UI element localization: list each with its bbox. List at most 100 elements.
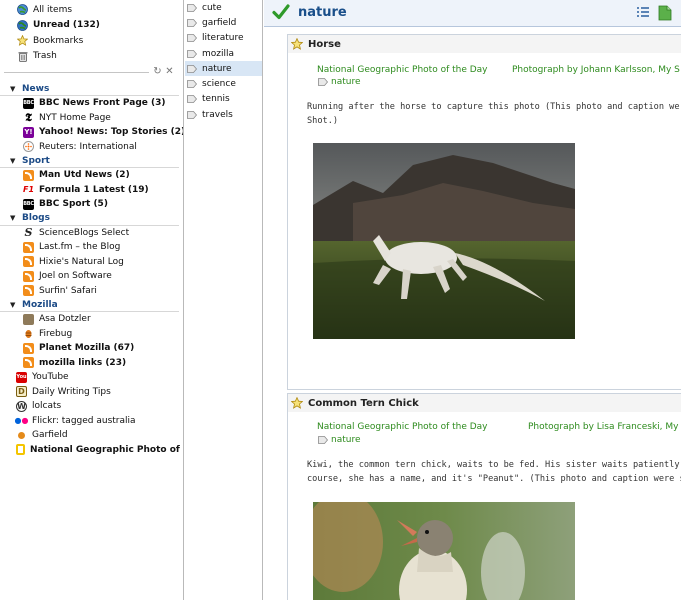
feed-label: YouTube — [32, 372, 69, 383]
tag-item-tennis[interactable]: tennis — [185, 92, 262, 107]
natgeo-icon — [16, 444, 25, 456]
feed-label: Asa Dotzler — [39, 314, 91, 325]
main-header: nature — [264, 0, 681, 27]
feed-item[interactable]: Wlolcats — [0, 399, 183, 414]
rss-icon — [23, 169, 34, 181]
feed-item[interactable]: You YouTube — [0, 370, 183, 385]
tag-label: cute — [202, 2, 222, 13]
entry-author[interactable]: Photograph by Johann Karlsson, My S — [512, 65, 680, 75]
page-title: nature — [298, 5, 347, 20]
feed-label: Flickr: tagged australia — [32, 415, 136, 426]
star-icon — [17, 35, 28, 47]
feed-label: Daily Writing Tips — [32, 386, 111, 397]
feed-item[interactable]: Planet Mozilla (67) — [0, 341, 183, 356]
youtube-icon: You — [16, 371, 27, 383]
collapse-triangle-icon: ▼ — [10, 156, 16, 165]
sidebar-item-trash[interactable]: Trash — [0, 49, 183, 65]
tools-icon[interactable]: ✕ — [164, 66, 175, 77]
entry-tag-label: nature — [331, 435, 361, 445]
list-view-icon[interactable] — [636, 6, 650, 20]
tag-icon — [187, 34, 197, 43]
collapse-triangle-icon: ▼ — [10, 214, 16, 222]
entry-card: Horse National Geographic Photo of the D… — [287, 34, 681, 390]
tag-item-travels[interactable]: travels — [185, 107, 262, 122]
garfield-icon — [16, 429, 27, 441]
entry-title[interactable]: Horse — [308, 39, 341, 50]
feed-item[interactable]: Y! Yahoo! News: Top Stories (2) — [0, 125, 183, 140]
feed-label: mozilla links (23) — [39, 357, 127, 368]
feed-item[interactable]: Garfield — [0, 428, 183, 443]
feed-item[interactable]: National Geographic Photo of the ... — [0, 443, 183, 458]
feed-item[interactable]: Reuters: International — [0, 140, 183, 155]
full-view-icon[interactable] — [658, 5, 672, 21]
feed-label: National Geographic Photo of the ... — [30, 444, 183, 455]
sidebar-item-bookmarks[interactable]: Bookmarks — [0, 33, 183, 49]
folder-label: Sport — [22, 155, 50, 166]
feed-item[interactable]: Hixie's Natural Log — [0, 255, 183, 270]
tag-item-mozilla[interactable]: mozilla — [185, 46, 262, 61]
feed-item[interactable]: Last.fm – the Blog — [0, 240, 183, 255]
tag-item-nature[interactable]: nature — [185, 61, 262, 77]
feed-label: Planet Mozilla (67) — [39, 343, 135, 354]
sidebar-item-unread[interactable]: Unread (132) — [0, 18, 183, 34]
feed-item[interactable]: Surfin' Safari — [0, 284, 183, 299]
entry-source-link[interactable]: National Geographic Photo of the Day — [317, 65, 488, 75]
feed-item[interactable]: S ScienceBlogs Select — [0, 226, 183, 241]
refresh-icon[interactable]: ↻ — [152, 66, 163, 77]
feed-item[interactable]: Flickr: tagged australia — [0, 414, 183, 429]
tag-icon — [187, 95, 197, 104]
rss-icon — [23, 241, 34, 253]
tag-label: nature — [202, 63, 232, 74]
feed-item[interactable]: Joel on Software — [0, 269, 183, 284]
rss-icon — [23, 285, 34, 297]
f1-icon: F1 — [22, 185, 35, 195]
feed-item[interactable]: BBC BBC Sport (5) — [0, 197, 183, 212]
folder-label: Blogs — [22, 213, 50, 223]
entry-tag[interactable]: nature — [318, 77, 361, 87]
feed-label: Yahoo! News: Top Stories (2) — [39, 127, 184, 138]
firebug-icon — [23, 328, 34, 339]
entry-text-line: Kiwi, the common tern chick, waits to be… — [307, 460, 681, 470]
bbc-icon: BBC — [23, 198, 34, 210]
flickr-icon — [16, 415, 27, 426]
divider — [4, 72, 149, 73]
tag-label: mozilla — [202, 48, 235, 59]
feed-item[interactable]: D Daily Writing Tips — [0, 385, 183, 400]
feed-item[interactable]: BBC BBC News Front Page (3) — [0, 96, 183, 111]
sidebar-toolbar: ↻ ✕ — [4, 65, 179, 79]
tag-label: garfield — [202, 17, 237, 28]
feed-item[interactable]: 𝕿 NYT Home Page — [0, 111, 183, 126]
scienceblogs-icon: S — [24, 226, 33, 240]
tag-icon — [187, 110, 197, 119]
entry-source-link[interactable]: National Geographic Photo of the Day — [317, 422, 488, 432]
folder-label: News — [22, 83, 50, 94]
check-icon[interactable] — [272, 3, 290, 21]
wordpress-icon: W — [16, 400, 27, 412]
sidebar-item-all-items[interactable]: All items — [0, 2, 183, 18]
star-icon[interactable] — [291, 38, 303, 50]
feed-item[interactable]: Asa Dotzler — [0, 312, 183, 327]
feed-label: Reuters: International — [39, 141, 137, 152]
feed-label: BBC Sport (5) — [39, 199, 108, 210]
feed-label: Surfin' Safari — [39, 285, 97, 296]
feed-item[interactable]: Man Utd News (2) — [0, 168, 183, 183]
collapse-triangle-icon: ▼ — [10, 300, 16, 309]
star-icon[interactable] — [291, 397, 303, 409]
tag-item-literature[interactable]: literature — [185, 31, 262, 46]
folder-mozilla[interactable]: ▼ Mozilla — [0, 298, 179, 312]
folder-news[interactable]: ▼ News — [0, 82, 179, 96]
folder-blogs[interactable]: ▼ Blogs — [0, 212, 179, 226]
entry-title[interactable]: Common Tern Chick — [308, 398, 419, 409]
feed-item[interactable]: F1 Formula 1 Latest (19) — [0, 183, 183, 198]
entry-author[interactable]: Photograph by Lisa Franceski, My — [528, 422, 679, 432]
tag-item-cute[interactable]: cute — [185, 0, 262, 15]
folder-sport[interactable]: ▼ Sport — [0, 154, 179, 168]
tag-item-garfield[interactable]: garfield — [185, 15, 262, 30]
entry-text-line: Running after the horse to capture this … — [307, 102, 680, 112]
entry-photo-horse — [313, 143, 575, 339]
entry-tag[interactable]: nature — [318, 435, 361, 445]
tag-item-science[interactable]: science — [185, 76, 262, 91]
main-panel: nature Horse National Geographic Photo o… — [264, 0, 681, 600]
feed-item[interactable]: mozilla links (23) — [0, 356, 183, 371]
feed-item[interactable]: Firebug — [0, 327, 183, 342]
